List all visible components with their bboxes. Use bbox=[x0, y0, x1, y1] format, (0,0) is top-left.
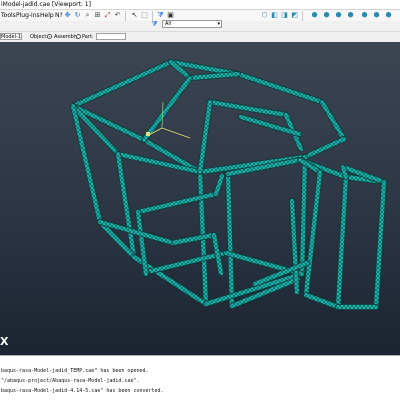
frame-beam-mesh bbox=[302, 136, 347, 160]
toolbar: ✥ ↻ ⌕ ⊞ ⤢ ↶ ↖ ⬚ ⧩ ▣ ⬡ ◧ ◨ ◩ ⬢ ⬢ ⬢ ⬢ ⬢ ⬢ … bbox=[60, 10, 400, 32]
side-view-icon[interactable]: ◩ bbox=[290, 11, 299, 20]
frame-beam-mesh bbox=[235, 71, 325, 105]
render-shaded-icon[interactable]: ⬢ bbox=[322, 11, 331, 20]
pan-icon[interactable]: ✥ bbox=[63, 11, 72, 20]
message-area: baqus-rasa-Model-jadid_TEMP.cae" has bee… bbox=[0, 355, 400, 401]
perspective-icon[interactable]: ⬢ bbox=[346, 11, 355, 20]
rotate-icon[interactable]: ↻ bbox=[73, 11, 82, 20]
menu-plugins[interactable]: Plug-ins bbox=[16, 12, 40, 19]
triad-x-label: X bbox=[0, 335, 9, 348]
frame-beam-mesh bbox=[319, 99, 347, 142]
menu-tools[interactable]: Tools bbox=[1, 12, 16, 19]
cube-view-icon[interactable]: ⬢ bbox=[384, 11, 393, 20]
frame-beam-mesh bbox=[141, 75, 193, 143]
box-select-icon[interactable]: ⬚ bbox=[140, 11, 149, 20]
part-radio[interactable] bbox=[76, 34, 81, 39]
toolbar-separator bbox=[302, 11, 303, 21]
chevron-down-icon: ▾ bbox=[217, 21, 220, 27]
zoom-box-icon[interactable]: ⊞ bbox=[93, 11, 102, 20]
toolbar-separator bbox=[125, 11, 126, 21]
front-view-icon[interactable]: ◧ bbox=[270, 11, 279, 20]
filter-icon[interactable]: ⧩ bbox=[156, 11, 165, 20]
model-select-value: Model-1 bbox=[1, 34, 21, 40]
frame-beams bbox=[70, 59, 387, 310]
window-title: iModel-jadid.cae [Viewport: 1] bbox=[1, 1, 91, 8]
cycle-view-icon[interactable]: ↶ bbox=[113, 11, 122, 20]
assembly-label: Assembly bbox=[54, 34, 79, 40]
frame-beam-mesh bbox=[148, 250, 229, 274]
message-line: baqus-rasa-Model-jadid-4.14-5.cae" has b… bbox=[1, 388, 164, 394]
frame-beam-mesh bbox=[299, 154, 308, 277]
auto-fit-icon[interactable]: ⤢ bbox=[103, 11, 112, 20]
render-wire-icon[interactable]: ⬢ bbox=[310, 11, 319, 20]
select-icon[interactable]: ↖ bbox=[130, 11, 139, 20]
message-line: "/abaqus-project/Abaqus-rasa-Model-jadid… bbox=[1, 378, 140, 384]
window-title-bar: iModel-jadid.cae [Viewport: 1] bbox=[0, 0, 400, 10]
model-select[interactable]: Model-1 bbox=[0, 33, 22, 40]
frame-beam-mesh bbox=[70, 59, 174, 109]
selection-filter-select[interactable]: All ▾ bbox=[162, 20, 222, 28]
frame-beam-mesh bbox=[303, 169, 323, 298]
selection-filter-value: All bbox=[165, 21, 172, 27]
mesh-frame bbox=[70, 59, 387, 310]
render-hidden-icon[interactable]: ⬢ bbox=[334, 11, 343, 20]
object-label: Object: bbox=[30, 34, 48, 40]
iso-view-icon[interactable]: ⬡ bbox=[260, 11, 269, 20]
toggle-icon[interactable]: ▣ bbox=[166, 11, 175, 20]
frame-beam-mesh bbox=[197, 99, 213, 175]
part-select[interactable] bbox=[96, 33, 126, 40]
frame-beam-mesh bbox=[213, 173, 225, 197]
assembly-radio[interactable] bbox=[47, 34, 52, 39]
viewport[interactable]: X bbox=[0, 42, 400, 355]
frame-beam-mesh bbox=[70, 103, 147, 143]
message-line: baqus-rasa-Model-jadid_TEMP.cae" has bee… bbox=[1, 368, 149, 374]
magnify-icon[interactable]: ⌕ bbox=[83, 11, 92, 20]
part-label: Part: bbox=[82, 34, 94, 40]
frame-beam-mesh bbox=[303, 292, 341, 310]
menu-help[interactable]: Help bbox=[40, 12, 54, 19]
frame-beam-mesh bbox=[207, 99, 289, 118]
frame-beam-mesh bbox=[340, 164, 349, 180]
cube-view-icon[interactable]: ⬢ bbox=[372, 11, 381, 20]
top-view-icon[interactable]: ◨ bbox=[280, 11, 289, 20]
cube-view-icon[interactable]: ⬢ bbox=[360, 11, 369, 20]
filter-mode-icon[interactable]: ⧩ bbox=[150, 20, 159, 29]
